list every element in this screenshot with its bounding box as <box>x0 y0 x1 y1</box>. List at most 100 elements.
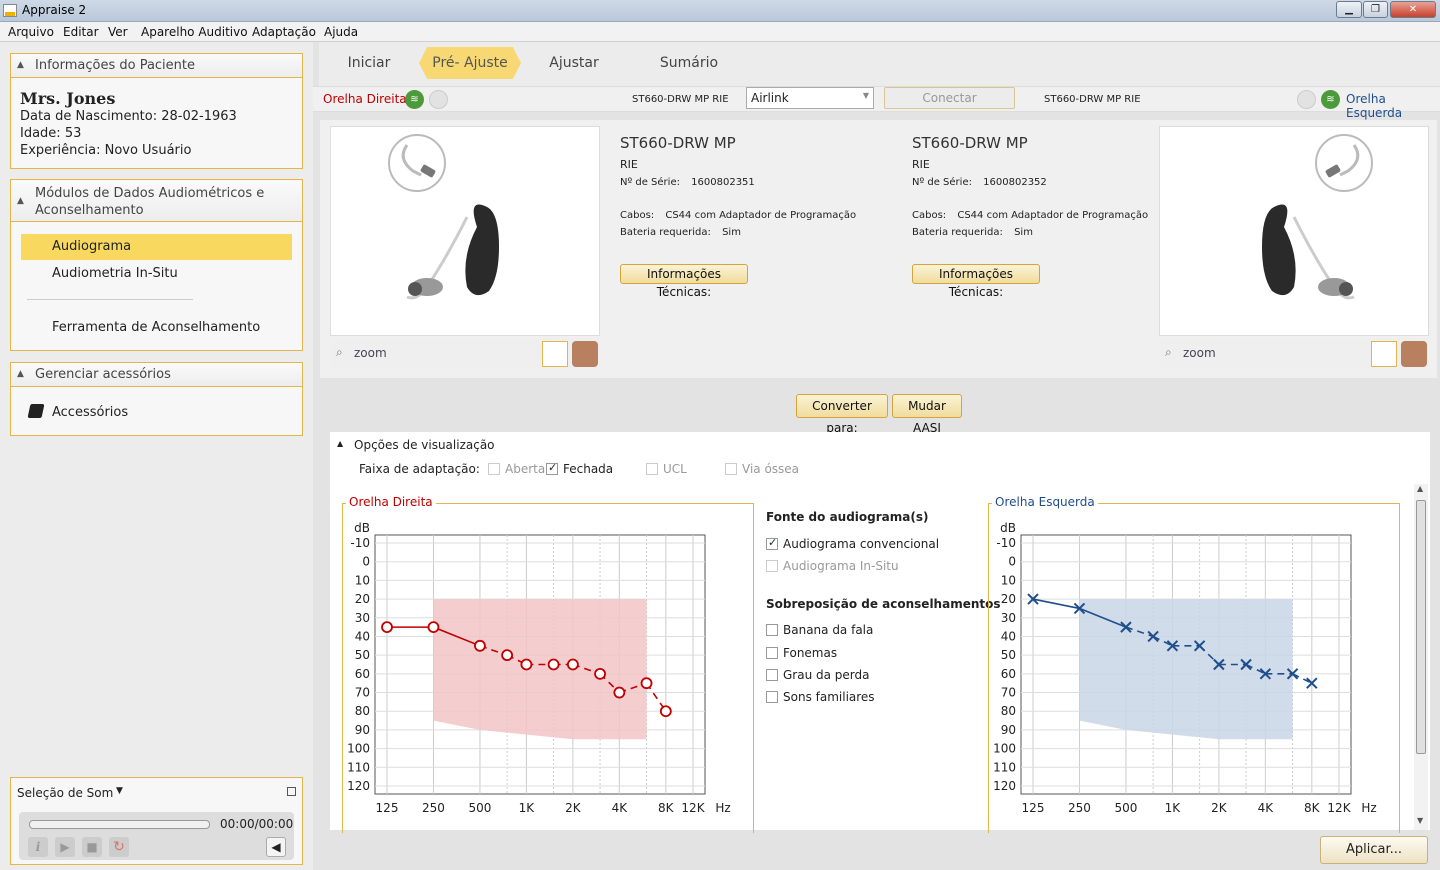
connect-button[interactable]: Conectar <box>884 87 1015 109</box>
collapse-caret-icon[interactable]: ▲ <box>337 439 343 448</box>
y-axis-label: dB <box>1000 521 1016 535</box>
x-tick-label: 12K <box>681 801 705 815</box>
wireless-inactive-icon[interactable] <box>1297 90 1316 109</box>
menu-ver[interactable]: Ver <box>108 25 128 39</box>
tab-iniciar[interactable]: Iniciar <box>329 47 409 79</box>
zoom-link[interactable]: zoom <box>1183 346 1216 360</box>
y-tick-label: 40 <box>1001 629 1016 643</box>
y-tick-label: 20 <box>1001 592 1016 606</box>
phonemes-checkbox[interactable] <box>766 647 778 659</box>
insitu-audiogram-checkbox[interactable] <box>766 560 778 572</box>
ear-view-icon[interactable] <box>572 341 598 367</box>
minimize-button[interactable]: ▁ <box>1336 1 1362 18</box>
menu-ajuda[interactable]: Ajuda <box>324 25 358 39</box>
repeat-icon[interactable]: ↻ <box>109 837 129 857</box>
y-tick-label: 90 <box>1001 723 1016 737</box>
modules-panel-header[interactable]: ▲ Módulos de Dados Audiométricos e Acons… <box>11 180 302 222</box>
scroll-up-icon[interactable]: ▲ <box>1417 484 1423 493</box>
right-tech-info-button[interactable]: Informações Técnicas: <box>620 264 748 299</box>
patient-panel-header[interactable]: ▲ Informações do Paciente <box>11 54 302 78</box>
patient-panel-title: Informações do Paciente <box>35 58 196 73</box>
module-item-audiograma[interactable]: Audiograma <box>21 234 292 260</box>
accessories-panel-header[interactable]: ▲ Gerenciar acessórios <box>11 363 302 387</box>
tab-sumario[interactable]: Sumário <box>649 47 729 79</box>
vertical-scrollbar[interactable]: ▲ ▼ <box>1414 484 1428 830</box>
device-view-icon[interactable] <box>1371 341 1397 367</box>
loss-degree-label: Grau da perda <box>783 668 870 682</box>
collapse-caret-icon[interactable]: ▲ <box>17 369 24 379</box>
open-checkbox[interactable] <box>488 463 500 475</box>
right-device-type: RIE <box>620 158 638 171</box>
convert-to-button[interactable]: Converter para: <box>796 394 888 435</box>
apply-button[interactable]: Aplicar... <box>1320 836 1428 864</box>
data-point <box>613 686 626 699</box>
detach-icon[interactable] <box>287 787 296 796</box>
left-tech-info-button[interactable]: Informações Técnicas: <box>912 264 1040 299</box>
right-audiogram-chart[interactable]: -10 0 10 20 30 40 50 60 70 80 90 100 110 120 dB 125 250 5… <box>342 512 754 830</box>
sound-selection-panel: Seleção de Som ▼ 00:00/00:00 i ▶ ■ ↻ ◀ <box>10 777 303 865</box>
tab-ajustar[interactable]: Ajustar <box>534 47 614 79</box>
collapse-caret-icon[interactable]: ▲ <box>17 196 24 206</box>
view-options-title: Opções de visualização <box>354 438 495 452</box>
x-tick-label: 2K <box>565 801 582 815</box>
scroll-down-icon[interactable]: ▼ <box>1417 816 1423 825</box>
right-device-model-name: ST660-DRW MP <box>620 134 736 152</box>
scrollbar-thumb[interactable] <box>1416 500 1426 754</box>
familiar-sounds-label: Sons familiares <box>783 690 875 704</box>
magnifier-icon[interactable]: ⌕ <box>1165 345 1172 360</box>
left-sidebar: ▲ Informações do Paciente Mrs. Jones Dat… <box>0 42 313 870</box>
wireless-connected-icon[interactable]: ≋ <box>405 90 424 109</box>
data-point <box>659 705 672 718</box>
zoom-link[interactable]: zoom <box>354 346 387 360</box>
loss-degree-checkbox[interactable] <box>766 669 778 681</box>
speaker-icon[interactable]: ◀ <box>266 837 286 857</box>
left-audiogram-chart[interactable]: -10 0 10 20 30 40 50 60 70 80 90 100 110 120 dB 125 250 5… <box>988 512 1400 830</box>
y-tick-label: 120 <box>993 779 1016 793</box>
menu-adaptacao[interactable]: Adaptação <box>252 25 316 39</box>
close-button[interactable]: ✕ <box>1390 1 1436 18</box>
stop-icon[interactable]: ■ <box>82 837 102 857</box>
menu-aparelho-auditivo[interactable]: Aparelho Auditivo <box>141 25 248 39</box>
familiar-sounds-checkbox[interactable] <box>766 691 778 703</box>
time-display: 00:00/00:00 <box>220 817 294 831</box>
collapse-caret-icon[interactable]: ▲ <box>17 60 24 70</box>
x-axis-label: Hz <box>1361 801 1376 815</box>
conventional-audiogram-checkbox[interactable] <box>766 536 778 550</box>
menu-arquivo[interactable]: Arquivo <box>8 25 54 39</box>
left-device-model: ST660-DRW MP RIE <box>1044 94 1141 105</box>
menu-bar: Arquivo Editar Ver Aparelho Auditivo Ada… <box>0 22 1440 42</box>
left-serial: 1600802352 <box>983 177 1047 188</box>
play-icon[interactable]: ▶ <box>55 837 75 857</box>
divider <box>27 299 193 300</box>
device-view-icon[interactable] <box>542 341 568 367</box>
y-tick-label: 10 <box>355 573 370 587</box>
y-tick-label: 0 <box>1008 555 1016 569</box>
patient-experience: Experiência: Novo Usuário <box>20 143 192 158</box>
y-tick-label: 90 <box>355 723 370 737</box>
modules-panel: ▲ Módulos de Dados Audiométricos e Acons… <box>10 179 303 351</box>
ear-view-icon[interactable] <box>1401 341 1427 367</box>
bone-checkbox[interactable] <box>725 463 737 475</box>
module-item-label: Audiograma <box>52 239 132 254</box>
module-item-ferramenta[interactable]: Ferramenta de Aconselhamento <box>52 320 260 335</box>
magnifier-icon[interactable]: ⌕ <box>336 345 343 360</box>
ucl-checkbox[interactable] <box>646 463 658 475</box>
info-icon[interactable]: i <box>28 837 48 857</box>
change-device-button[interactable]: Mudar AASI <box>892 394 962 435</box>
y-tick-label: 0 <box>362 555 370 569</box>
wireless-connected-icon[interactable]: ≋ <box>1321 90 1340 109</box>
menu-editar[interactable]: Editar <box>63 25 99 39</box>
dropdown-arrow-icon[interactable]: ▼ <box>116 786 123 796</box>
progress-track[interactable] <box>29 820 210 829</box>
banana-checkbox[interactable] <box>766 624 778 636</box>
sound-selection-title[interactable]: Seleção de Som <box>17 786 113 800</box>
wireless-inactive-icon[interactable] <box>429 90 448 109</box>
tab-pre-ajuste[interactable]: Pré- Ajuste <box>419 47 521 79</box>
title-bar: Appraise 2 ▁ ❐ ✕ <box>0 0 1440 22</box>
connection-select[interactable]: Airlink ▼ <box>746 87 874 109</box>
y-tick-label: 70 <box>1001 686 1016 700</box>
module-item-audiometria-in-situ[interactable]: Audiometria In-Situ <box>52 266 178 281</box>
accessories-item[interactable]: Accessórios <box>52 405 128 420</box>
maximize-button[interactable]: ❐ <box>1363 1 1388 18</box>
closed-checkbox[interactable] <box>546 461 558 475</box>
